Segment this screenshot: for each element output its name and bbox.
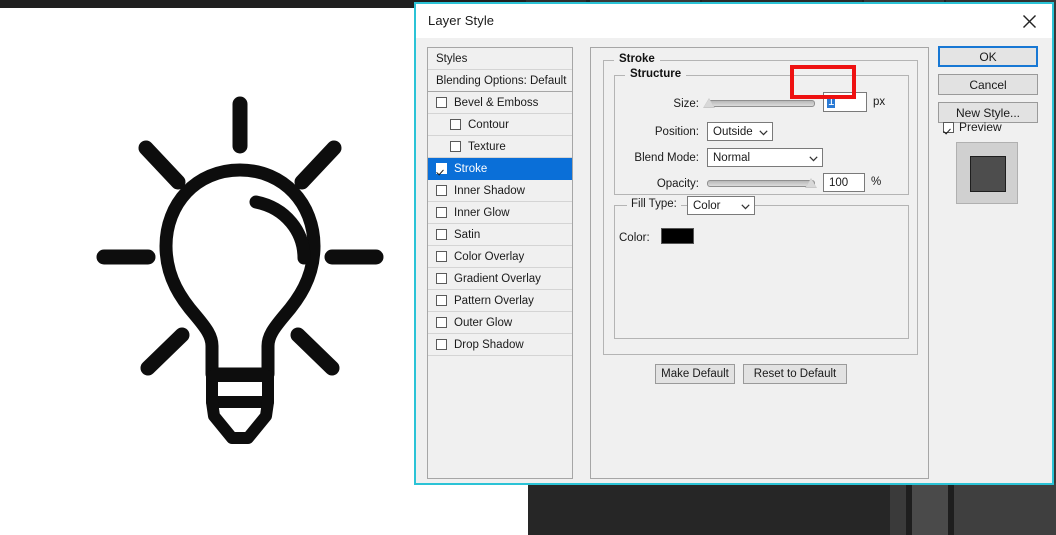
sidebar-item-gradient-overlay[interactable]: Gradient Overlay — [428, 268, 572, 290]
checkbox-contour[interactable] — [450, 119, 461, 130]
blend-mode-dropdown[interactable]: Normal — [707, 148, 823, 167]
opacity-label: Opacity: — [656, 178, 699, 190]
blend-mode-label: Blend Mode: — [634, 152, 699, 164]
reset-to-default-button[interactable]: Reset to Default — [743, 364, 847, 384]
close-icon[interactable] — [1006, 4, 1052, 38]
sidebar-item-texture[interactable]: Texture — [428, 136, 572, 158]
color-swatch[interactable] — [661, 228, 694, 244]
sidebar-item-blending-options[interactable]: Blending Options: Default — [428, 70, 572, 92]
preview-toggle[interactable]: Preview — [943, 120, 1002, 134]
ok-button[interactable]: OK — [938, 46, 1038, 67]
dialog-body: Styles Blending Options: Default Bevel &… — [416, 38, 1052, 483]
sidebar-item-stroke[interactable]: Stroke — [428, 158, 572, 180]
position-value: Outside — [713, 125, 753, 138]
list-item-label: Bevel & Emboss — [454, 96, 539, 109]
bottom-panel-segment — [912, 483, 948, 535]
checkbox-outer-glow[interactable] — [436, 317, 447, 328]
page-title: Layer Style — [428, 13, 495, 28]
sidebar-item-styles[interactable]: Styles — [428, 48, 572, 70]
chevron-down-icon — [759, 129, 768, 137]
sidebar-item-drop-shadow[interactable]: Drop Shadow — [428, 334, 572, 356]
color-label: Color: — [619, 232, 650, 244]
checkbox-stroke[interactable] — [436, 163, 447, 174]
list-item-label: Styles — [436, 52, 468, 65]
cancel-button[interactable]: Cancel — [938, 74, 1038, 95]
size-slider-thumb[interactable] — [703, 98, 715, 108]
list-item-label: Contour — [468, 118, 509, 131]
checkbox-pattern-overlay[interactable] — [436, 295, 447, 306]
opacity-slider-thumb[interactable] — [805, 178, 817, 188]
opacity-slider-track[interactable] — [707, 180, 815, 187]
structure-group-label: Structure — [625, 68, 687, 80]
blend-mode-value: Normal — [713, 151, 751, 164]
sidebar-item-inner-shadow[interactable]: Inner Shadow — [428, 180, 572, 202]
fill-type-dropdown[interactable]: Color — [687, 196, 755, 215]
layer-style-dialog: Layer Style Styles Blending Options: Def… — [414, 2, 1054, 485]
list-item-label: Gradient Overlay — [454, 272, 541, 285]
preview-thumbnail-shape — [970, 156, 1006, 192]
dialog-titlebar: Layer Style — [416, 4, 1052, 38]
stroke-group-label: Stroke — [614, 53, 660, 65]
opacity-unit-label: % — [871, 176, 882, 188]
sidebar-item-contour[interactable]: Contour — [428, 114, 572, 136]
fill-type-value: Color — [693, 199, 721, 212]
bottom-panel-divider — [890, 483, 906, 535]
checkbox-preview[interactable] — [943, 121, 954, 133]
list-item-label: Stroke — [454, 162, 488, 175]
position-label: Position: — [654, 126, 699, 138]
sidebar-item-color-overlay[interactable]: Color Overlay — [428, 246, 572, 268]
sidebar-item-satin[interactable]: Satin — [428, 224, 572, 246]
preview-label: Preview — [959, 120, 1002, 134]
size-value-text: 1 — [827, 96, 836, 108]
stroke-settings-panel: Stroke Structure Size: 1 px Position: Ou… — [590, 47, 929, 479]
fill-type-group: Fill Type: Color Color: — [614, 196, 909, 339]
lightbulb-icon — [90, 90, 390, 470]
list-item-label: Blending Options: Default — [436, 74, 567, 87]
dialog-action-buttons: OK Cancel New Style... Preview — [938, 46, 1043, 246]
preview-thumbnail — [956, 142, 1018, 204]
photoshop-bottom-panels — [528, 483, 1056, 535]
structure-group: Structure Size: 1 px Position: Outside B… — [614, 68, 909, 195]
list-item-label: Satin — [454, 228, 481, 241]
sidebar-item-pattern-overlay[interactable]: Pattern Overlay — [428, 290, 572, 312]
sidebar-item-inner-glow[interactable]: Inner Glow — [428, 202, 572, 224]
chevron-down-icon — [741, 203, 750, 211]
position-dropdown[interactable]: Outside — [707, 122, 773, 141]
bottom-panel-segment — [954, 483, 1056, 535]
list-item-label: Outer Glow — [454, 316, 513, 329]
size-unit-label: px — [873, 96, 886, 108]
checkbox-drop-shadow[interactable] — [436, 339, 447, 350]
fill-type-label: Fill Type: — [627, 198, 681, 210]
list-item-label: Inner Shadow — [454, 184, 525, 197]
bottom-panel-segment — [528, 483, 890, 535]
sidebar-item-bevel-emboss[interactable]: Bevel & Emboss — [428, 92, 572, 114]
checkbox-texture[interactable] — [450, 141, 461, 152]
checkbox-color-overlay[interactable] — [436, 251, 447, 262]
list-item-label: Pattern Overlay — [454, 294, 534, 307]
checkbox-gradient-overlay[interactable] — [436, 273, 447, 284]
checkbox-bevel-emboss[interactable] — [436, 97, 447, 108]
list-item-label: Inner Glow — [454, 206, 510, 219]
checkbox-satin[interactable] — [436, 229, 447, 240]
styles-list: Styles Blending Options: Default Bevel &… — [427, 47, 573, 479]
opacity-value-text: 100 — [829, 176, 849, 189]
sidebar-item-outer-glow[interactable]: Outer Glow — [428, 312, 572, 334]
size-label: Size: — [673, 98, 699, 110]
chevron-down-icon — [809, 155, 818, 163]
opacity-value-input[interactable]: 100 — [823, 173, 865, 192]
checkbox-inner-shadow[interactable] — [436, 185, 447, 196]
list-item-label: Color Overlay — [454, 250, 525, 263]
app-root: Layer Style Styles Blending Options: Def… — [0, 0, 1056, 535]
size-value-input[interactable]: 1 — [823, 92, 867, 112]
canvas-lower-area — [0, 483, 528, 535]
make-default-button[interactable]: Make Default — [655, 364, 735, 384]
list-item-label: Texture — [468, 140, 506, 153]
stroke-group: Stroke Structure Size: 1 px Position: Ou… — [603, 53, 918, 355]
checkbox-inner-glow[interactable] — [436, 207, 447, 218]
list-item-label: Drop Shadow — [454, 338, 524, 351]
size-slider-track[interactable] — [707, 100, 815, 107]
